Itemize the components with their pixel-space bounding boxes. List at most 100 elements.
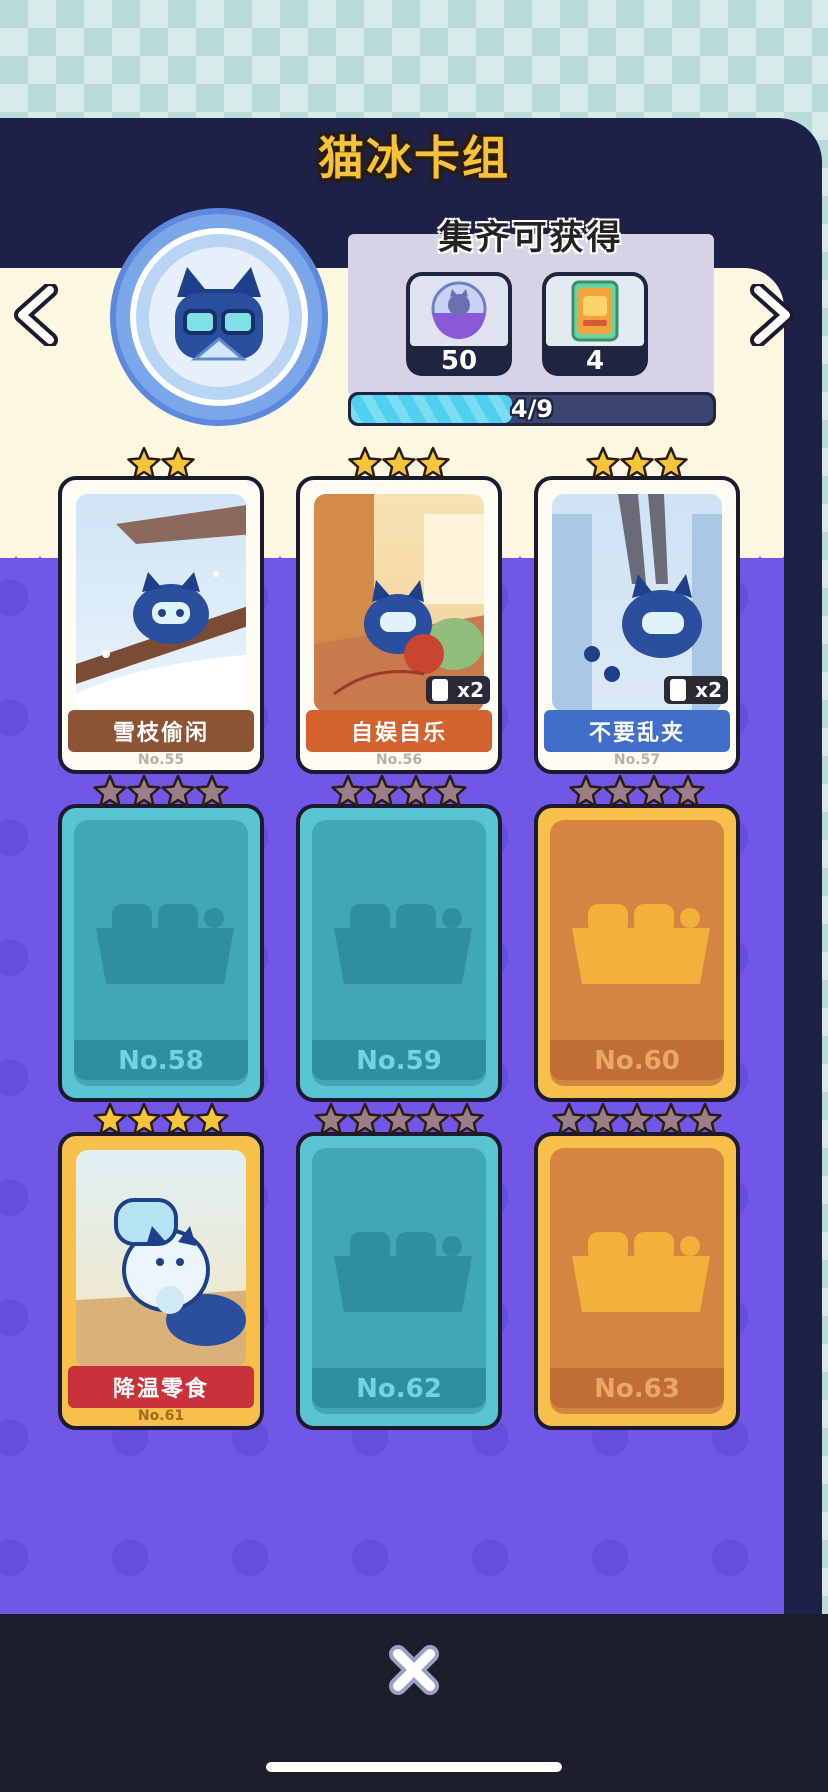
reward-art [410, 276, 508, 346]
star-filled-icon [161, 446, 195, 480]
reward-item-capsule[interactable]: 50 [406, 272, 512, 376]
reward-title: 集齐可获得 [438, 218, 624, 258]
star-empty-icon [314, 1102, 348, 1136]
star-empty-icon [331, 774, 365, 808]
star-empty-icon [688, 1102, 722, 1136]
reward-item-card-pack[interactable]: 4 [542, 272, 648, 376]
star-filled-icon [348, 446, 382, 480]
duplicate-count: x2 [664, 676, 728, 704]
card-number: No.59 [356, 1046, 442, 1076]
duplicate-label: x2 [695, 678, 722, 702]
page-title: 猫冰卡组 [318, 131, 510, 185]
close-icon [389, 1645, 439, 1695]
star-empty-icon [620, 1102, 654, 1136]
reward-quantity: 50 [440, 346, 478, 376]
ice-cat-emblem-icon [130, 228, 308, 406]
card-number: No.62 [356, 1374, 442, 1404]
star-empty-icon [569, 774, 603, 808]
locked-card-emblem-icon [572, 904, 710, 984]
card-no59-locked[interactable]: No.59 [296, 774, 502, 1102]
card-stars [300, 774, 498, 816]
card-stars [62, 1102, 260, 1144]
card-number: No.55 [137, 752, 185, 768]
cat-capsule-icon [431, 281, 487, 339]
card-name-banner: 雪枝偷闲 [68, 710, 254, 752]
card-art [76, 494, 246, 712]
star-filled-icon [127, 1102, 161, 1136]
star-empty-icon [93, 774, 127, 808]
close-button[interactable] [384, 1640, 444, 1700]
star-filled-icon [620, 446, 654, 480]
reward-quantity: 4 [585, 346, 605, 376]
reward-art [546, 276, 644, 346]
card-mini-icon [670, 679, 686, 701]
star-empty-icon [450, 1102, 484, 1136]
card-no63-locked[interactable]: No.63 [534, 1102, 740, 1430]
star-empty-icon [586, 1102, 620, 1136]
card-no61[interactable]: 降温零食 No.61 [58, 1102, 264, 1430]
card-pack-icon [571, 280, 619, 342]
card-stars [300, 1102, 498, 1144]
progress-label: 4/9 [510, 395, 554, 423]
card-stars [62, 774, 260, 816]
star-filled-icon [93, 1102, 127, 1136]
star-empty-icon [348, 1102, 382, 1136]
card-no60-locked[interactable]: No.60 [534, 774, 740, 1102]
duplicate-label: x2 [457, 678, 484, 702]
card-no56[interactable]: x2 自娱自乐 No.56 [296, 446, 502, 774]
chevron-right-icon [750, 284, 794, 346]
card-number: No.56 [375, 752, 423, 768]
collection-progress-bar: 4/9 [348, 392, 716, 426]
card-stars [538, 446, 736, 488]
card-no55[interactable]: 雪枝偷闲 No.55 [58, 446, 264, 774]
star-empty-icon [416, 1102, 450, 1136]
home-indicator [266, 1762, 562, 1772]
locked-card-emblem-icon [96, 904, 234, 984]
star-empty-icon [195, 774, 229, 808]
star-empty-icon [399, 774, 433, 808]
card-name-banner: 自娱自乐 [306, 710, 492, 752]
prev-set-button[interactable] [8, 280, 66, 350]
card-name-banner: 不要乱夹 [544, 710, 730, 752]
star-filled-icon [586, 446, 620, 480]
star-empty-icon [637, 774, 671, 808]
card-no62-locked[interactable]: No.62 [296, 1102, 502, 1430]
star-empty-icon [127, 774, 161, 808]
snow-branch-cat-icon [76, 505, 246, 712]
next-set-button[interactable] [742, 280, 800, 350]
star-empty-icon [365, 774, 399, 808]
card-name-banner: 降温零食 [68, 1366, 254, 1408]
locked-card-emblem-icon [334, 904, 472, 984]
set-emblem [110, 208, 328, 426]
star-empty-icon [654, 1102, 688, 1136]
star-empty-icon [382, 1102, 416, 1136]
star-filled-icon [382, 446, 416, 480]
star-empty-icon [433, 774, 467, 808]
star-empty-icon [161, 774, 195, 808]
star-filled-icon [161, 1102, 195, 1136]
card-stars [62, 446, 260, 488]
star-filled-icon [195, 1102, 229, 1136]
star-empty-icon [603, 774, 637, 808]
star-empty-icon [671, 774, 705, 808]
ice-snack-cat-icon [76, 1198, 246, 1368]
duplicate-count: x2 [426, 676, 490, 704]
card-no57[interactable]: x2 不要乱夹 No.57 [534, 446, 740, 774]
card-no58-locked[interactable]: No.58 [58, 774, 264, 1102]
card-stars [300, 446, 498, 488]
card-number: No.61 [137, 1408, 185, 1424]
star-filled-icon [654, 446, 688, 480]
card-number: No.57 [613, 752, 661, 768]
star-filled-icon [127, 446, 161, 480]
locked-card-emblem-icon [572, 1232, 710, 1312]
card-mini-icon [432, 679, 448, 701]
card-number: No.63 [594, 1374, 680, 1404]
card-stars [538, 774, 736, 816]
card-stars [538, 1102, 736, 1144]
card-number: No.58 [118, 1046, 204, 1076]
card-art [76, 1150, 246, 1368]
card-number: No.60 [594, 1046, 680, 1076]
chevron-left-icon [14, 284, 58, 346]
star-filled-icon [416, 446, 450, 480]
star-empty-icon [552, 1102, 586, 1136]
